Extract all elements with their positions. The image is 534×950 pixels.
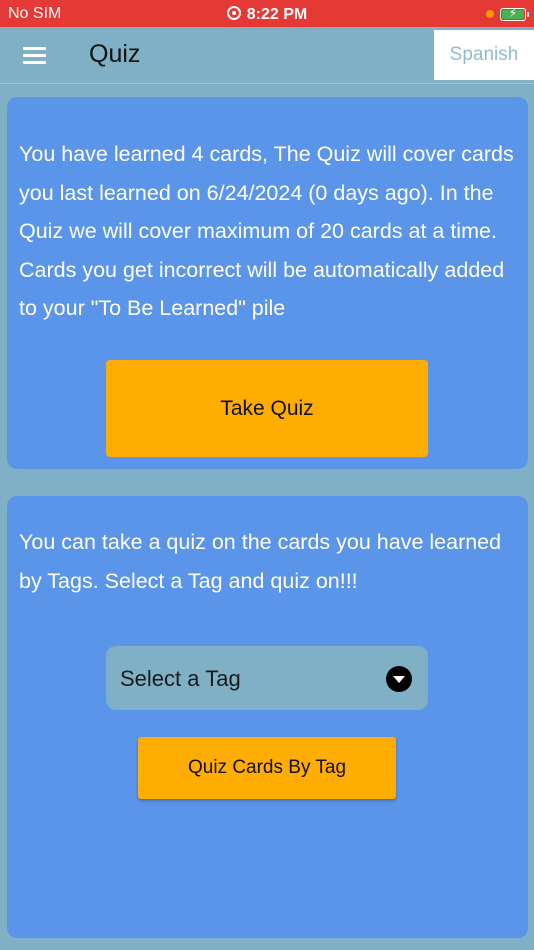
- tag-quiz-card: You can take a quiz on the cards you hav…: [7, 496, 528, 938]
- quiz-cards-by-tag-button[interactable]: Quiz Cards By Tag: [138, 737, 396, 799]
- page-title: Quiz: [89, 40, 141, 68]
- status-indicators: ⚡: [486, 6, 529, 22]
- hamburger-menu-icon[interactable]: [23, 47, 46, 64]
- alarm-icon: [226, 6, 241, 20]
- status-time: 8:22 PM: [246, 6, 308, 23]
- take-quiz-button[interactable]: Take Quiz: [106, 360, 428, 457]
- tag-select-placeholder: Select a Tag: [120, 666, 241, 691]
- battery-charging-icon: ⚡: [500, 6, 529, 21]
- language-selector-button[interactable]: Spanish: [434, 30, 534, 80]
- quiz-description: You have learned 4 cards, The Quiz will …: [19, 142, 514, 320]
- app-bar: Quiz Spanish: [0, 27, 534, 84]
- privacy-indicator-icon: [486, 10, 494, 18]
- quiz-info-card: You have learned 4 cards, The Quiz will …: [7, 97, 528, 469]
- tag-quiz-description: You can take a quiz on the cards you hav…: [19, 530, 502, 593]
- status-bar: No SIM 8:22 PM ⚡: [0, 0, 534, 27]
- chevron-down-circle-icon[interactable]: [386, 666, 412, 692]
- status-time-group: 8:22 PM: [0, 5, 534, 24]
- tag-select-dropdown[interactable]: Select a Tag: [106, 646, 428, 710]
